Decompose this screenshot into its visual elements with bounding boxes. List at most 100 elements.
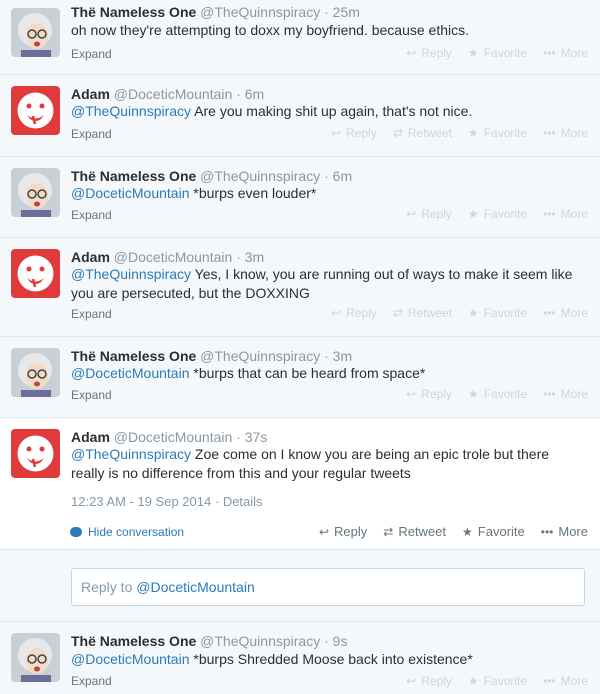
more-button[interactable]: ••• More — [543, 387, 588, 401]
mention-link[interactable]: @TheQuinnspiracy — [71, 446, 191, 462]
tweet-actions: ↩ Reply ⇄ Retweet ★ Favorite ••• More — [331, 306, 588, 320]
avatar[interactable] — [11, 86, 60, 135]
tweet[interactable]: Adam @DoceticMountain · 6m @TheQuinnspir… — [0, 75, 600, 157]
retweet-button[interactable]: ⇄ Retweet — [393, 126, 452, 140]
fullname[interactable]: Adam — [71, 249, 110, 265]
username[interactable]: @DoceticMountain — [114, 86, 233, 102]
more-button[interactable]: ••• More — [543, 306, 588, 320]
star-icon: ★ — [467, 46, 479, 60]
time-separator: · — [324, 348, 329, 364]
favorite-button[interactable]: ★ Favorite — [468, 306, 527, 320]
reply-button[interactable]: ↩ Reply — [406, 46, 452, 60]
star-icon: ★ — [467, 674, 479, 688]
favorite-button[interactable]: ★ Favorite — [468, 674, 527, 688]
grandma-avatar-icon — [11, 348, 60, 397]
fullname[interactable]: Thë Nameless One — [71, 168, 196, 184]
retweet-label: Retweet — [407, 306, 452, 320]
tweet[interactable]: Thë Nameless One @TheQuinnspiracy · 25m … — [0, 0, 600, 75]
more-button[interactable]: ••• More — [543, 207, 588, 221]
favorite-label: Favorite — [483, 674, 528, 688]
reply-button[interactable]: ↩ Reply — [406, 387, 452, 401]
expand-link[interactable]: Expand — [71, 47, 112, 61]
details-link[interactable]: Details — [223, 494, 263, 509]
tweet-actions: ↩ Reply ⇄ Retweet ★ Favorite ••• More — [319, 524, 588, 539]
favorite-button[interactable]: ★ Favorite — [462, 524, 525, 539]
timestamp[interactable]: 3m — [245, 249, 264, 265]
reply-icon: ↩ — [331, 126, 342, 140]
reply-button[interactable]: ↩ Reply — [406, 674, 452, 688]
username[interactable]: @TheQuinnspiracy — [200, 4, 320, 20]
avatar[interactable] — [11, 8, 60, 57]
reply-button[interactable]: ↩ Reply — [331, 306, 377, 320]
username[interactable]: @DoceticMountain — [114, 249, 233, 265]
retweet-button[interactable]: ⇄ Retweet — [383, 524, 446, 539]
avatar[interactable] — [11, 168, 60, 217]
fullname[interactable]: Adam — [71, 429, 110, 445]
mention-link[interactable]: @DoceticMountain — [71, 185, 190, 201]
more-button[interactable]: ••• More — [541, 524, 588, 539]
more-button[interactable]: ••• More — [543, 674, 588, 688]
expanded-tweet[interactable]: Adam @DoceticMountain · 37s @TheQuinnspi… — [0, 418, 600, 550]
username[interactable]: @TheQuinnspiracy — [200, 348, 320, 364]
reply-mention: @DoceticMountain — [136, 579, 255, 595]
expand-link[interactable]: Expand — [71, 127, 112, 141]
avatar[interactable] — [11, 429, 60, 478]
fullname[interactable]: Thë Nameless One — [71, 4, 196, 20]
timestamp[interactable]: 25m — [333, 4, 360, 20]
avatar[interactable] — [11, 633, 60, 682]
mention-link[interactable]: @DoceticMountain — [71, 365, 190, 381]
expand-link[interactable]: Expand — [71, 674, 112, 688]
reply-button[interactable]: ↩ Reply — [406, 207, 452, 221]
username[interactable]: @TheQuinnspiracy — [200, 633, 320, 649]
tweet-body: Are you making shit up again, that's not… — [191, 103, 473, 119]
favorite-button[interactable]: ★ Favorite — [468, 207, 527, 221]
star-icon: ★ — [467, 207, 479, 221]
avatar[interactable] — [11, 348, 60, 397]
timestamp[interactable]: 9s — [333, 633, 348, 649]
red-face-avatar-icon — [11, 86, 60, 135]
reply-label: Reply — [334, 524, 368, 539]
favorite-button[interactable]: ★ Favorite — [468, 46, 527, 60]
tweet[interactable]: Thë Nameless One @TheQuinnspiracy · 9s @… — [0, 622, 600, 694]
tweet-actions: ↩ Reply ⇄ Retweet ★ Favorite ••• More — [331, 126, 588, 140]
more-button[interactable]: ••• More — [543, 126, 588, 140]
more-label: More — [560, 306, 588, 320]
tweet-actions: ↩ Reply ★ Favorite ••• More — [406, 387, 588, 401]
tweet[interactable]: Thë Nameless One @TheQuinnspiracy · 3m @… — [0, 337, 600, 418]
tweet-header: Thë Nameless One @TheQuinnspiracy · 25m — [71, 3, 360, 21]
favorite-button[interactable]: ★ Favorite — [468, 126, 527, 140]
username[interactable]: @TheQuinnspiracy — [200, 168, 320, 184]
star-icon: ★ — [467, 387, 479, 401]
reply-button[interactable]: ↩ Reply — [319, 524, 367, 539]
more-icon: ••• — [540, 524, 554, 539]
favorite-button[interactable]: ★ Favorite — [468, 387, 527, 401]
reply-icon: ↩ — [406, 387, 417, 401]
mention-link[interactable]: @TheQuinnspiracy — [71, 266, 191, 282]
expand-link[interactable]: Expand — [71, 388, 112, 402]
fullname[interactable]: Adam — [71, 86, 110, 102]
reply-button[interactable]: ↩ Reply — [331, 126, 377, 140]
expand-link[interactable]: Expand — [71, 307, 112, 321]
timestamp[interactable]: 6m — [333, 168, 352, 184]
fullname[interactable]: Thë Nameless One — [71, 633, 196, 649]
hide-conversation-link[interactable]: Hide conversation — [70, 525, 184, 539]
fullname[interactable]: Thë Nameless One — [71, 348, 196, 364]
time-separator: · — [236, 249, 241, 265]
tweet[interactable]: Thë Nameless One @TheQuinnspiracy · 6m @… — [0, 157, 600, 238]
tweet[interactable]: Adam @DoceticMountain · 3m @TheQuinnspir… — [0, 238, 600, 337]
timestamp[interactable]: 3m — [333, 348, 352, 364]
avatar[interactable] — [11, 249, 60, 298]
timestamp[interactable]: 6m — [245, 86, 264, 102]
mention-link[interactable]: @TheQuinnspiracy — [71, 103, 191, 119]
more-icon: ••• — [543, 207, 556, 221]
full-timestamp[interactable]: 12:23 AM - 19 Sep 2014 — [71, 494, 211, 509]
timestamp[interactable]: 37s — [245, 429, 268, 445]
time-separator: · — [236, 86, 241, 102]
retweet-button[interactable]: ⇄ Retweet — [393, 306, 452, 320]
mention-link[interactable]: @DoceticMountain — [71, 651, 190, 667]
expand-link[interactable]: Expand — [71, 208, 112, 222]
tweet-text: @TheQuinnspiracy Zoe come on I know you … — [71, 445, 581, 483]
more-button[interactable]: ••• More — [543, 46, 588, 60]
username[interactable]: @DoceticMountain — [114, 429, 233, 445]
reply-input[interactable]: Reply to @DoceticMountain — [71, 568, 585, 606]
